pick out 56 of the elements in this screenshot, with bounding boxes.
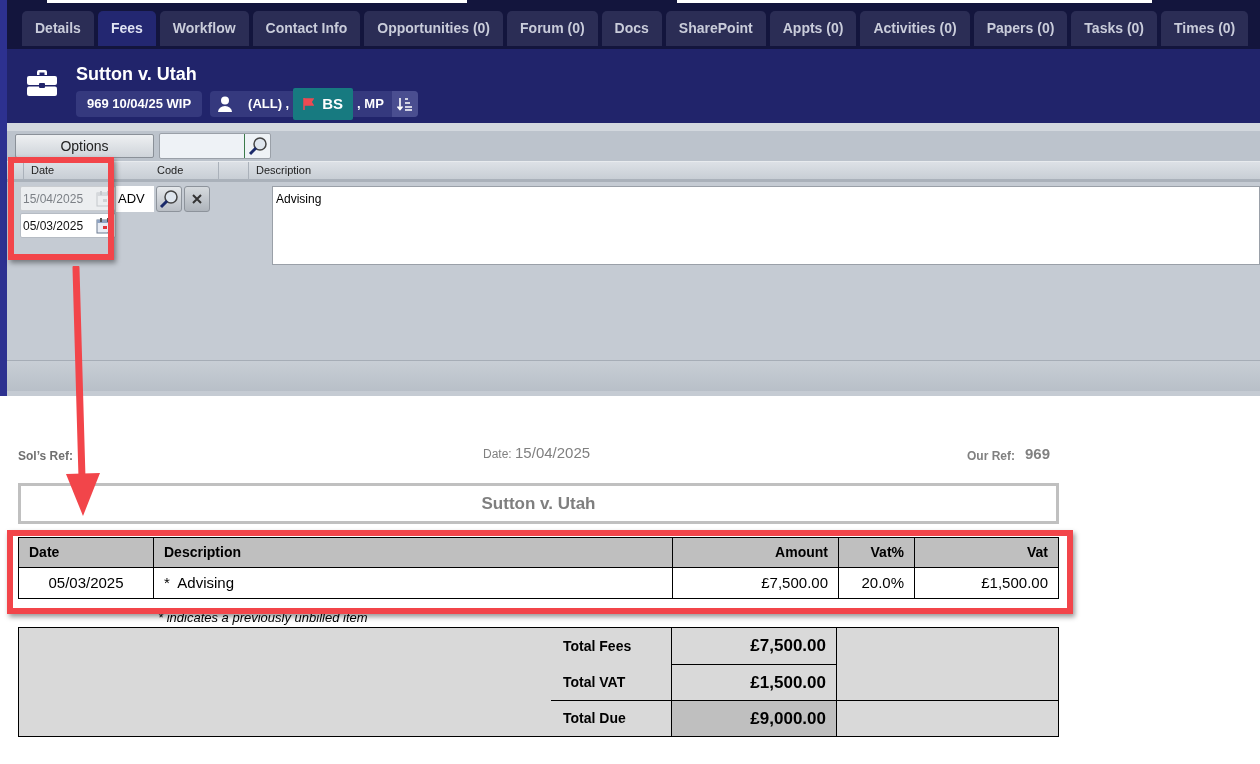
tab[interactable]: Details (22, 11, 94, 46)
assignee-text: (ALL) , (247, 95, 291, 114)
person-icon (218, 96, 233, 112)
description-field[interactable]: Advising (272, 186, 1260, 265)
footnote: * indicates a previously unbilled item (158, 611, 369, 625)
table-cell: £7,500.00 (672, 568, 838, 598)
total-label: Total VAT (562, 672, 627, 692)
sort-icon (396, 97, 413, 111)
matter-title: Sutton v. Utah (76, 63, 198, 85)
column-header: Vat% (838, 538, 914, 567)
tab[interactable]: Times (0) (1161, 11, 1249, 46)
tab[interactable]: Opportunities (0) (364, 11, 504, 46)
options-button[interactable]: Options (15, 134, 154, 158)
document-title: Sutton v. Utah (18, 483, 1059, 524)
table-cell: 20.0% (838, 568, 914, 598)
tab[interactable]: Contact Info (252, 11, 361, 46)
tab[interactable]: Workflow (159, 11, 249, 46)
lookup-button[interactable] (156, 186, 182, 212)
table-cell-text: 05/03/2025 (47, 572, 125, 593)
code-field[interactable]: ADV (116, 186, 154, 212)
date-field[interactable]: 05/03/2025 (20, 213, 116, 238)
table-cell: * Advising (153, 568, 672, 598)
column-header: Vat (914, 538, 1058, 567)
clear-button[interactable] (184, 186, 210, 212)
tab[interactable]: SharePoint (665, 11, 766, 46)
total-value: £9,000.00 (671, 700, 837, 736)
briefcase-icon (26, 69, 58, 97)
column-header: Date (28, 543, 61, 562)
sols-ref-label: Sol’s Ref: (18, 448, 74, 465)
tab[interactable]: Activities (0) (860, 11, 970, 46)
column-header: Amount (672, 538, 838, 567)
tab[interactable]: Docs (601, 11, 662, 46)
table-cell: £1,500.00 (914, 568, 1058, 598)
tab[interactable]: Appts (0) (769, 11, 857, 46)
total-value: £7,500.00 (671, 628, 837, 664)
search-icon (247, 136, 268, 156)
total-label: Total Fees (562, 636, 633, 656)
matter-chip: 969 10/04/25 WIP (76, 91, 203, 117)
column-header: Date (30, 163, 56, 179)
our-ref-label: Our Ref: (966, 448, 1015, 465)
our-ref-value: 969 (1024, 443, 1050, 464)
tab[interactable]: Tasks (0) (1071, 11, 1158, 46)
column-header: Description (153, 538, 672, 567)
tab[interactable]: Fees (97, 11, 156, 46)
sort-button[interactable] (391, 91, 418, 117)
assignee-text: , MP (356, 95, 385, 114)
document-date: Date: 15/04/2025 (483, 443, 591, 463)
close-icon (192, 194, 202, 204)
assignee-badge[interactable]: BS (293, 88, 354, 120)
search-field[interactable] (159, 133, 271, 159)
column-header: Description (255, 163, 312, 179)
tab[interactable]: Papers (0) (973, 11, 1068, 46)
flag-icon (303, 98, 315, 110)
tab[interactable]: Forum (0) (507, 11, 598, 46)
search-icon (159, 189, 179, 209)
column-header: Code (131, 162, 219, 179)
